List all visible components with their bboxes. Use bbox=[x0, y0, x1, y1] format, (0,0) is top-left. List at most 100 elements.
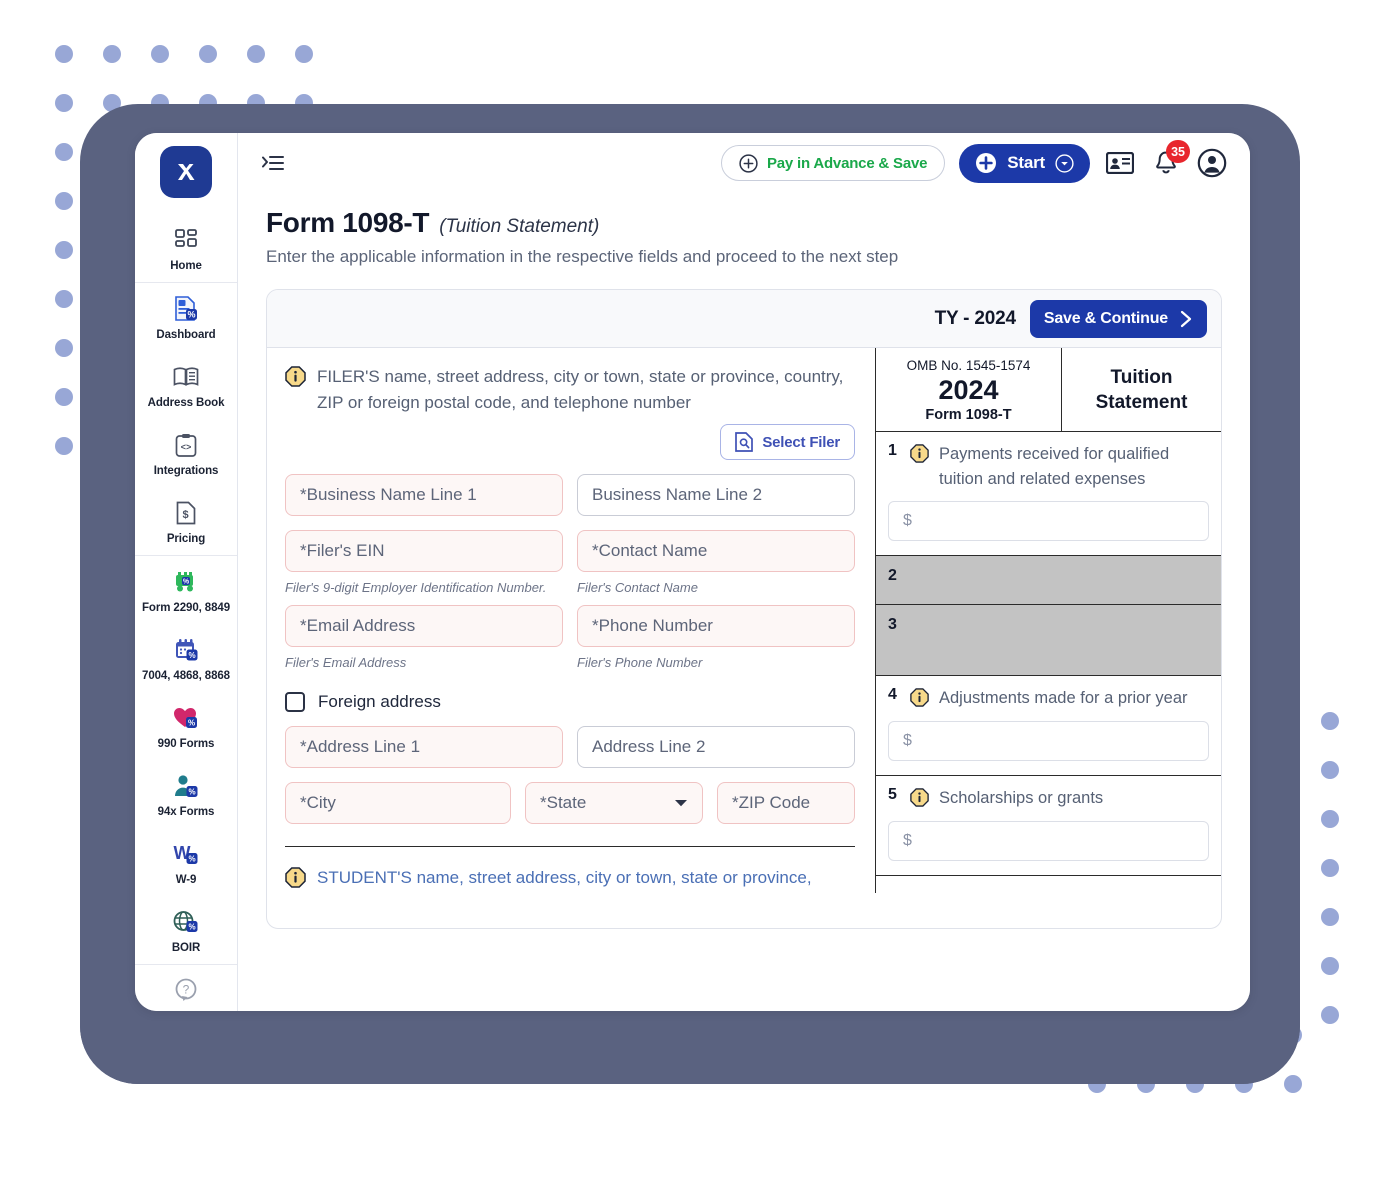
sidebar-item-94x-forms[interactable]: % 94x Forms bbox=[135, 760, 237, 828]
info-icon[interactable] bbox=[285, 867, 306, 893]
sidebar-item-label: Home bbox=[170, 260, 202, 272]
page-description: Enter the applicable information in the … bbox=[266, 247, 899, 266]
decorative-dot bbox=[1321, 810, 1339, 828]
address-book-icon bbox=[171, 362, 201, 392]
filer-section-heading: FILER'S name, street address, city or to… bbox=[285, 364, 855, 416]
preview-title: Tuition Statement bbox=[1095, 366, 1188, 413]
sidebar-item-w9[interactable]: W% W-9 bbox=[135, 828, 237, 896]
page-title-subtitle: (Tuition Statement) bbox=[439, 216, 600, 237]
select-filer-button[interactable]: Select Filer bbox=[720, 424, 855, 460]
address-line-2-input[interactable]: Address Line 2 bbox=[577, 726, 855, 768]
main-area: Pay in Advance & Save Start 35 Form 1098… bbox=[238, 133, 1250, 1011]
chevron-down-icon bbox=[1055, 153, 1074, 173]
svg-text:%: % bbox=[183, 579, 190, 586]
sidebar-item-label: W-9 bbox=[175, 874, 197, 886]
foreign-address-checkbox[interactable] bbox=[285, 692, 305, 712]
select-filer-label: Select Filer bbox=[762, 433, 840, 451]
phone-number-input[interactable]: *Phone Number bbox=[577, 605, 855, 647]
address-line-1-input[interactable]: *Address Line 1 bbox=[285, 726, 563, 768]
save-and-continue-label: Save & Continue bbox=[1043, 309, 1168, 327]
business-name-1-cell: *Business Name Line 1 bbox=[285, 474, 563, 516]
preview-box-4-label-row: 4 Adjustments made for a prior year bbox=[888, 686, 1209, 712]
business-name-line-1-input[interactable]: *Business Name Line 1 bbox=[285, 474, 563, 516]
sidebar-item-990-forms[interactable]: % 990 Forms bbox=[135, 692, 237, 760]
business-name-line-2-input[interactable]: Business Name Line 2 bbox=[577, 474, 855, 516]
omb-year: 2024 bbox=[938, 375, 999, 405]
start-label: Start bbox=[1007, 153, 1045, 172]
sidebar-item-pricing[interactable]: $ Pricing bbox=[135, 487, 237, 555]
foreign-address-row[interactable]: Foreign address bbox=[285, 692, 855, 712]
chevron-right-icon bbox=[1180, 310, 1192, 327]
decorative-dot bbox=[199, 45, 217, 63]
preview-box-1-label-row: 1 Payments received for qualified tuitio… bbox=[888, 442, 1209, 492]
form-preview-panel: OMB No. 1545-1574 2024 Form 1098-T Tuiti… bbox=[875, 348, 1221, 893]
address-line-1-cell: *Address Line 1 bbox=[285, 726, 563, 768]
sidebar-item-dashboard[interactable]: % Dashboard bbox=[135, 283, 237, 351]
account-circle-icon[interactable] bbox=[1196, 147, 1228, 179]
state-select[interactable]: *State bbox=[525, 782, 703, 824]
svg-text:<>: <> bbox=[181, 443, 192, 453]
preview-box-1: 1 Payments received for qualified tuitio… bbox=[876, 432, 1221, 556]
sidebar-item-home[interactable]: Home bbox=[135, 214, 237, 282]
ein-contact-row: *Filer's EIN Filer's 9-digit Employer Id… bbox=[285, 530, 855, 597]
contact-name-cell: *Contact Name Filer's Contact Name bbox=[577, 530, 855, 597]
save-and-continue-button[interactable]: Save & Continue bbox=[1029, 299, 1207, 338]
preview-header: OMB No. 1545-1574 2024 Form 1098-T Tuiti… bbox=[876, 348, 1221, 432]
sidebar-item-support[interactable]: ? Support bbox=[135, 965, 237, 1011]
email-address-input[interactable]: *Email Address bbox=[285, 605, 563, 647]
omb-form-name: Form 1098-T bbox=[925, 407, 1012, 423]
sidebar-item-address-book[interactable]: Address Book bbox=[135, 351, 237, 419]
contact-card-icon[interactable] bbox=[1104, 147, 1136, 179]
notifications-button[interactable]: 35 bbox=[1150, 140, 1190, 179]
chevron-down-icon bbox=[674, 793, 688, 813]
zip-code-input[interactable]: *ZIP Code bbox=[717, 782, 855, 824]
filer-ein-input[interactable]: *Filer's EIN bbox=[285, 530, 563, 572]
page-header: Form 1098-T (Tuition Statement) bbox=[266, 207, 1222, 239]
decorative-dot bbox=[55, 241, 73, 259]
sidebar-item-boir[interactable]: % BOIR bbox=[135, 896, 237, 964]
sidebar-item-form-2290-8849[interactable]: % Form 2290, 8849 bbox=[135, 556, 237, 624]
decorative-dot bbox=[151, 45, 169, 63]
filer-ein-help: Filer's 9-digit Employer Identification … bbox=[285, 580, 547, 595]
top-bar: Pay in Advance & Save Start 35 bbox=[238, 133, 1250, 193]
business-name-2-cell: Business Name Line 2 bbox=[577, 474, 855, 516]
info-icon[interactable] bbox=[910, 688, 929, 712]
start-button[interactable]: Start bbox=[959, 143, 1090, 183]
decorative-dot bbox=[247, 45, 265, 63]
form-card-header: TY - 2024 Save & Continue bbox=[267, 290, 1221, 348]
pay-in-advance-label: Pay in Advance & Save bbox=[766, 154, 928, 172]
preview-box-1-amount-input[interactable]: $ bbox=[888, 501, 1209, 541]
preview-box-5-amount-input[interactable]: $ bbox=[888, 821, 1209, 861]
svg-text:%: % bbox=[188, 923, 195, 932]
sidebar-item-label: Dashboard bbox=[156, 329, 216, 341]
decorative-dot bbox=[55, 290, 73, 308]
preview-box-5-label: Scholarships or grants bbox=[939, 789, 1104, 807]
business-name-row: *Business Name Line 1 Business Name Line… bbox=[285, 474, 855, 516]
sidebar-item-label: 990 Forms bbox=[157, 738, 215, 750]
sidebar-item-label: Integrations bbox=[153, 465, 219, 477]
svg-text:%: % bbox=[188, 855, 195, 864]
preview-box-4: 4 Adjustments made for a prior year $ bbox=[876, 676, 1221, 776]
info-icon[interactable] bbox=[910, 788, 929, 812]
info-icon[interactable] bbox=[910, 444, 929, 468]
sidebar-group-primary: Home bbox=[135, 214, 237, 282]
info-icon[interactable] bbox=[285, 366, 306, 392]
filer-form-column: FILER'S name, street address, city or to… bbox=[267, 348, 875, 893]
decorative-dot bbox=[103, 45, 121, 63]
collapse-sidebar-icon[interactable] bbox=[260, 150, 286, 176]
app-logo[interactable] bbox=[160, 133, 212, 214]
decorative-dot bbox=[1321, 957, 1339, 975]
contact-name-input[interactable]: *Contact Name bbox=[577, 530, 855, 572]
phone-number-help: Filer's Phone Number bbox=[577, 655, 703, 670]
pay-in-advance-button[interactable]: Pay in Advance & Save bbox=[720, 145, 946, 181]
svg-text:%: % bbox=[188, 788, 195, 797]
preview-box-5-number: 5 bbox=[888, 786, 897, 803]
svg-text:?: ? bbox=[183, 983, 190, 997]
city-input[interactable]: *City bbox=[285, 782, 511, 824]
sidebar-item-integrations[interactable]: <> Integrations bbox=[135, 419, 237, 487]
sidebar-item-7004-4868-8868[interactable]: % 7004, 4868, 8868 bbox=[135, 624, 237, 692]
preview-box-4-label: Adjustments made for a prior year bbox=[939, 689, 1188, 707]
decorative-dot bbox=[1284, 1075, 1302, 1093]
preview-box-4-amount-input[interactable]: $ bbox=[888, 721, 1209, 761]
sidebar-group-tools: % Dashboard Address Book <> Integrations bbox=[135, 282, 237, 555]
